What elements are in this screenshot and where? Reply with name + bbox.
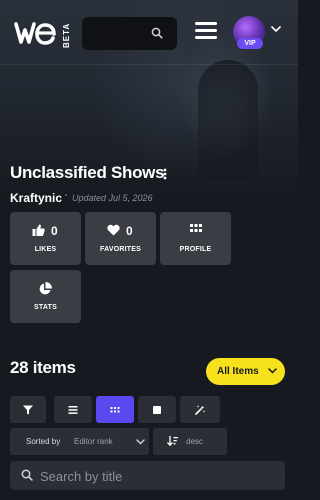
author-link[interactable]: Kraftynic [10, 191, 62, 205]
we-logo[interactable] [14, 20, 58, 46]
sort-value: Editor rank [74, 437, 113, 446]
hero-silhouette [198, 60, 258, 180]
stats-button[interactable]: STATS [10, 270, 81, 323]
header-search-input[interactable] [82, 17, 177, 50]
list-view-button[interactable] [54, 396, 92, 423]
profile-label: PROFILE [179, 246, 212, 253]
sort-dropdown[interactable]: Sorted by Editor rank [10, 428, 149, 455]
all-items-label: All Items [217, 366, 259, 377]
all-items-dropdown[interactable]: All Items [206, 358, 285, 385]
filter-button[interactable] [10, 396, 46, 423]
likes-label: LIKES [34, 246, 57, 253]
grid-view-button[interactable] [96, 396, 134, 423]
chevron-down-icon [136, 439, 145, 445]
profile-button[interactable]: PROFILE [160, 212, 231, 265]
likes-count: 0 [51, 224, 58, 238]
top-header: BETA VIP [0, 0, 298, 65]
hamburger-menu-icon[interactable] [195, 22, 217, 42]
sort-label: Sorted by [26, 437, 61, 446]
filter-icon [23, 405, 33, 414]
magic-wand-icon [195, 405, 205, 415]
title-search-box[interactable] [10, 461, 285, 490]
sort-desc-icon [167, 436, 178, 446]
list-icon [68, 405, 78, 414]
chevron-down-icon[interactable] [271, 26, 281, 33]
pie-chart-icon [39, 282, 52, 295]
stats-label: STATS [34, 304, 57, 311]
beta-label: BETA [62, 22, 71, 48]
heart-icon [107, 224, 120, 236]
thumbs-up-icon [32, 224, 45, 236]
random-button[interactable] [180, 396, 220, 423]
more-options-icon[interactable] [163, 168, 167, 180]
separator-dot [65, 194, 67, 196]
search-input[interactable] [38, 465, 272, 488]
search-icon [151, 27, 163, 39]
sort-order-value: desc [186, 437, 203, 446]
vip-badge: VIP [237, 38, 263, 49]
likes-button[interactable]: 0 LIKES [10, 212, 81, 265]
favorites-count: 0 [126, 224, 133, 238]
favorites-label: FAVORITES [100, 246, 141, 253]
updated-date: Updated Jul 5, 2026 [72, 193, 153, 203]
search-icon [21, 469, 33, 481]
square-icon [153, 405, 161, 414]
large-view-button[interactable] [138, 396, 176, 423]
page-title: Unclassified Shows [10, 163, 165, 182]
grid-dots-icon [190, 224, 202, 232]
grid-icon [110, 406, 120, 412]
chevron-down-icon [268, 368, 277, 374]
sort-order-button[interactable]: desc [153, 428, 227, 455]
favorites-button[interactable]: 0 FAVORITES [85, 212, 156, 265]
items-count: 28 items [10, 358, 76, 377]
